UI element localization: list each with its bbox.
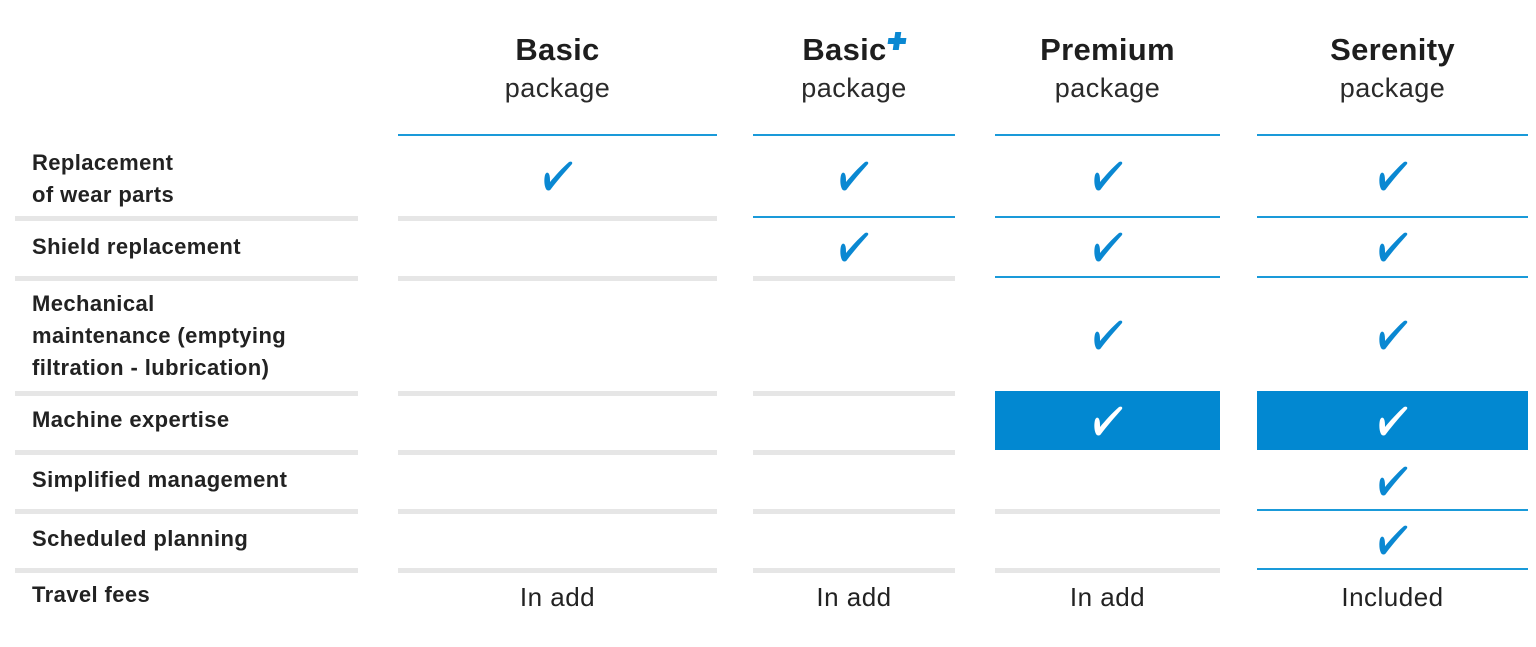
cell-value: In add: [519, 582, 596, 612]
cell-premium: In add: [995, 570, 1220, 625]
check-icon: [1378, 525, 1407, 554]
check-icon: [840, 232, 869, 262]
cell-basic: [398, 452, 717, 509]
row-label: Travel fees: [32, 582, 151, 607]
cell-premium: [995, 391, 1220, 450]
cell-serenity: [1257, 391, 1528, 450]
cell-serenity: [1257, 136, 1528, 216]
package-header-basic: Basic package: [398, 30, 717, 106]
row-divider: [15, 391, 358, 396]
check-icon: [840, 161, 869, 191]
row-divider: [15, 276, 358, 281]
cell-value: Included: [1341, 582, 1444, 612]
cell-serenity: [1257, 278, 1528, 391]
check-icon: [1378, 466, 1407, 495]
package-subtitle: package: [504, 73, 611, 103]
package-subtitle: package: [1054, 73, 1161, 103]
package-name: Basic: [515, 32, 600, 67]
package-header-serenity: Serenity package: [1257, 30, 1528, 106]
cell-basic: [753, 278, 955, 391]
cell-basic: [398, 511, 717, 568]
cell-basic: [753, 218, 955, 276]
check-icon: [543, 161, 572, 191]
check-icon: [1093, 232, 1122, 262]
package-header-premium: Premium package: [995, 30, 1220, 106]
row-label: Replacement of wear parts: [32, 150, 175, 207]
check-icon: [1378, 232, 1407, 262]
check-icon: [1378, 406, 1407, 435]
package-name: Serenity: [1330, 32, 1455, 67]
cell-serenity: [1257, 218, 1528, 276]
cell-premium: [995, 136, 1220, 216]
cell-value: In add: [816, 582, 892, 612]
plus-icon: [886, 32, 907, 50]
row-divider: [15, 509, 358, 514]
package-subtitle: package: [1339, 73, 1446, 103]
cell-value: In add: [1069, 582, 1146, 612]
cell-premium: [995, 511, 1220, 568]
cell-basic: [398, 218, 717, 276]
row-label: Mechanical maintenance (emptying filtrat…: [32, 291, 287, 380]
cell-premium: [995, 218, 1220, 276]
cell-premium: [995, 452, 1220, 509]
check-icon: [1378, 320, 1407, 349]
row-divider: [15, 450, 358, 455]
package-name: Premium: [1040, 32, 1175, 67]
package-header-basic-plus: Basic package: [753, 30, 955, 106]
cell-serenity: [1257, 452, 1528, 509]
cell-basic: [753, 136, 955, 216]
row-label: Scheduled planning: [32, 526, 249, 551]
check-icon: [1093, 406, 1122, 435]
cell-basic: [753, 511, 955, 568]
row-divider: [15, 568, 358, 573]
cell-basic: In add: [753, 570, 955, 625]
cell-basic: [753, 452, 955, 509]
row-divider: [15, 216, 358, 221]
row-label: Simplified management: [32, 467, 288, 492]
check-icon: [1093, 161, 1122, 191]
cell-serenity: Included: [1257, 570, 1528, 625]
cell-premium: [995, 278, 1220, 391]
check-icon: [1378, 161, 1407, 191]
cell-basic: [398, 393, 717, 450]
package-name: Basic: [753, 30, 955, 70]
check-icon: [1093, 320, 1122, 349]
cell-basic: [753, 393, 955, 450]
cell-basic: [398, 278, 717, 391]
row-label: Machine expertise: [32, 407, 230, 432]
cell-serenity: [1257, 511, 1528, 568]
cell-basic: [398, 136, 717, 216]
cell-basic: In add: [398, 570, 717, 625]
row-label: Shield replacement: [32, 234, 241, 259]
package-subtitle: package: [801, 73, 907, 103]
